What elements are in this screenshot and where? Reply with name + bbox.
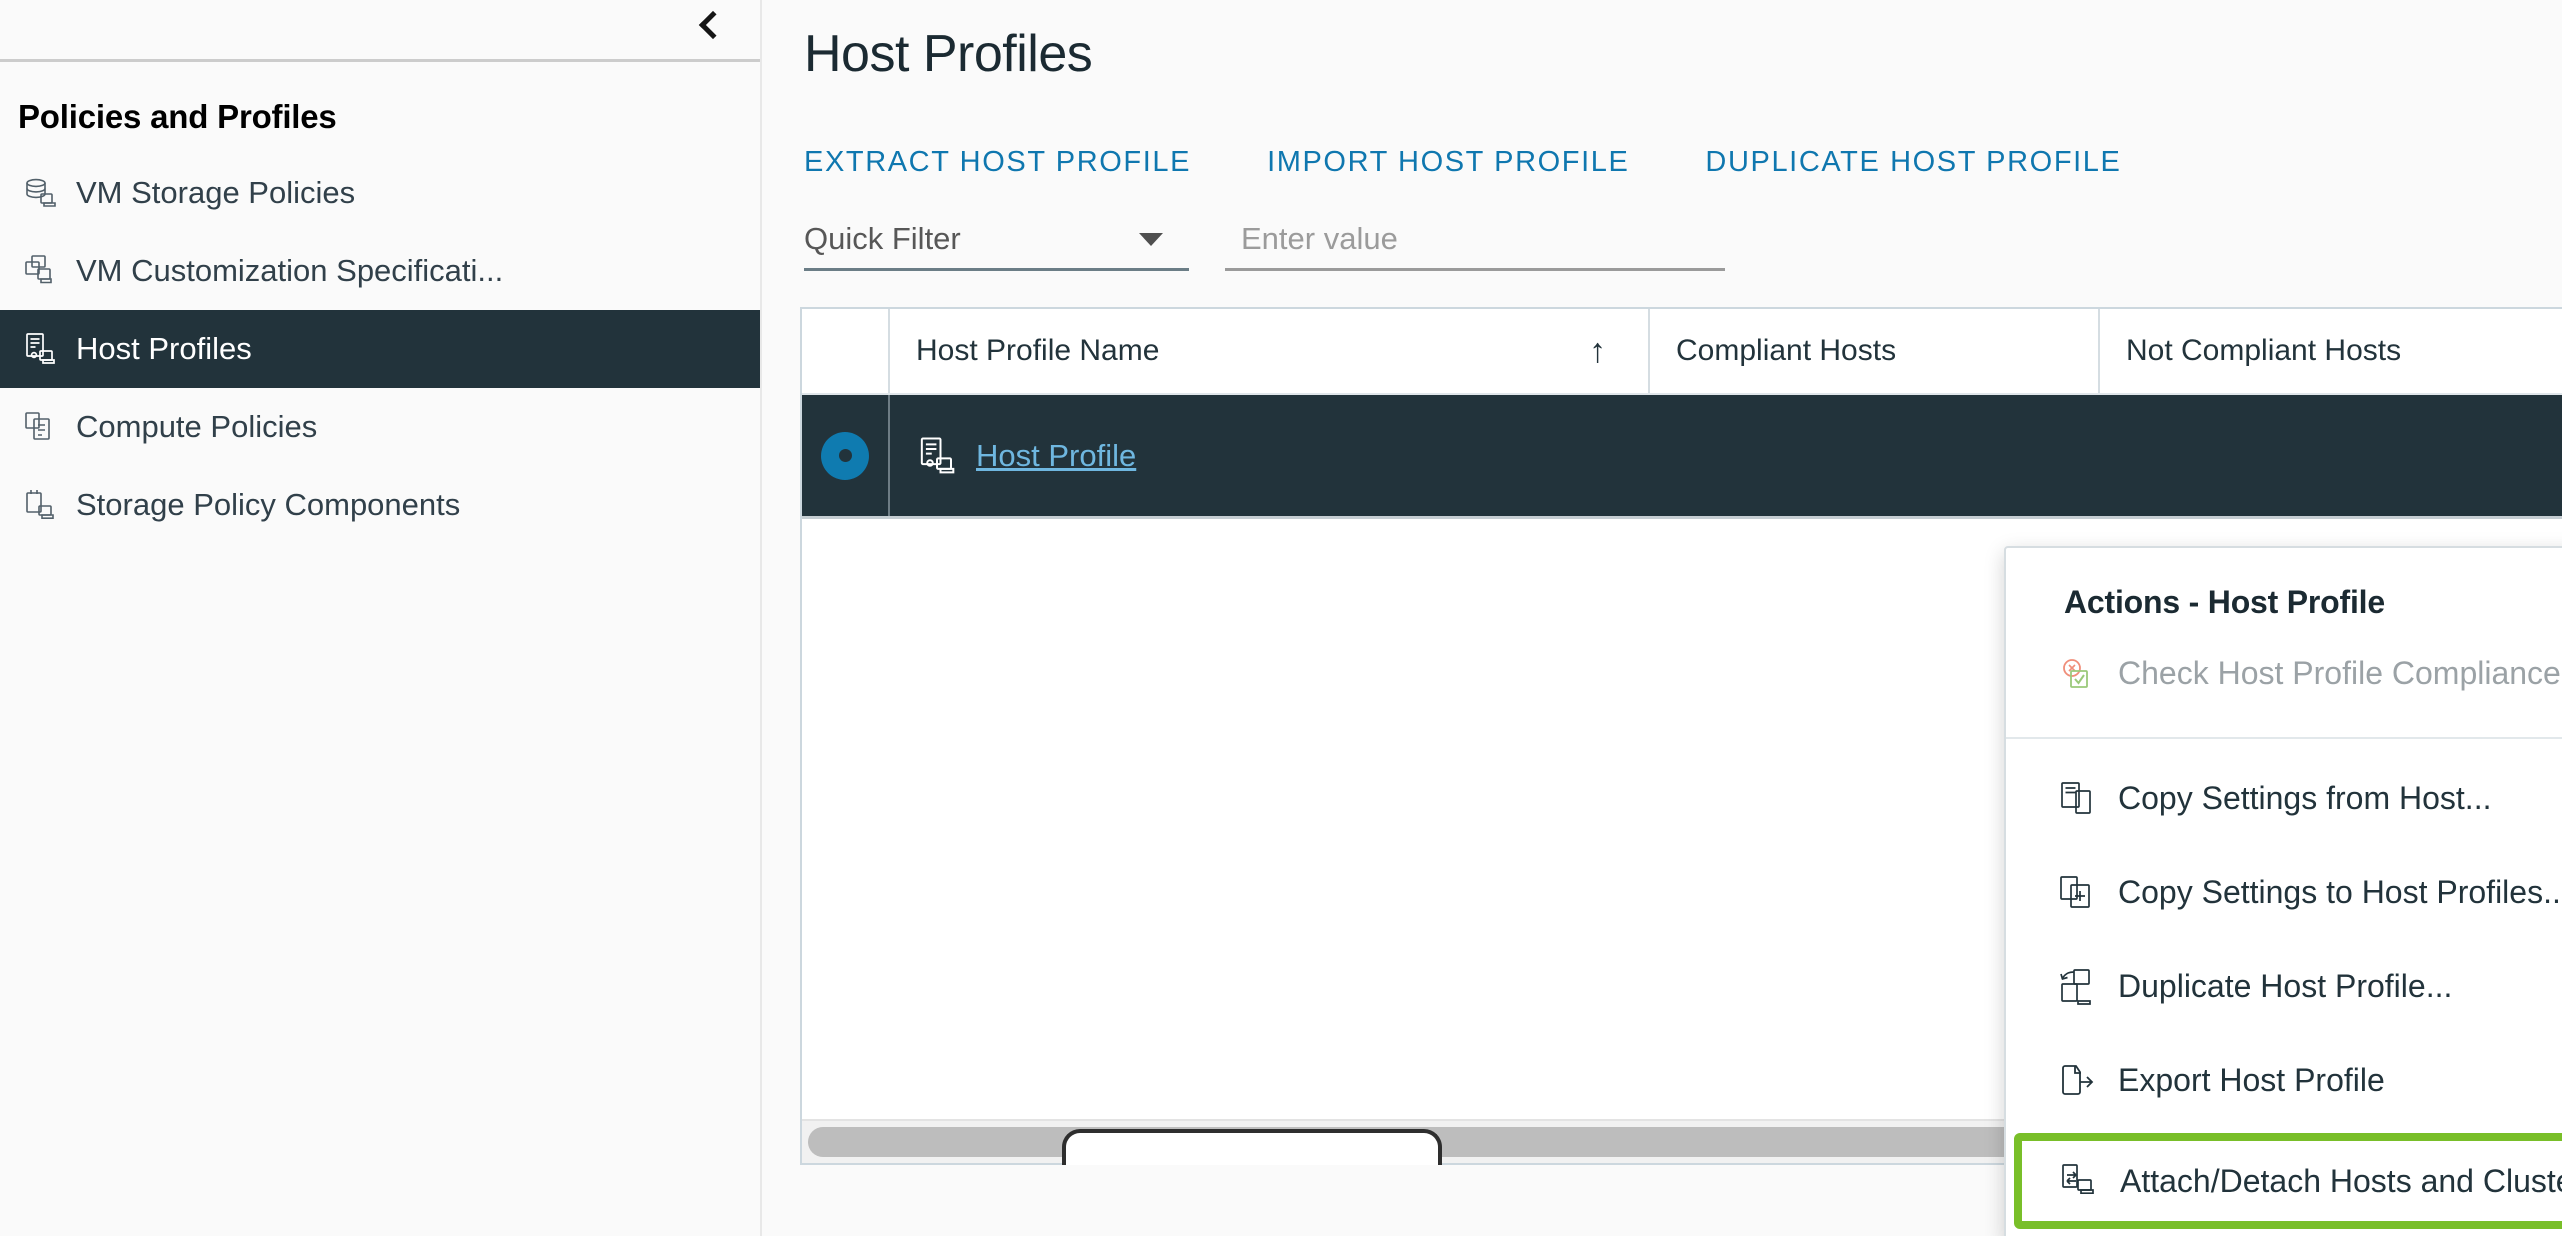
sidebar-item-label: Storage Policy Components [76,487,461,522]
menu-item-label: Copy Settings from Host... [2118,779,2492,816]
context-menu-items: Copy Settings from Host... Copy Settings… [2006,739,2562,1229]
sidebar-topbar [0,0,760,62]
vm-storage-policy-icon [22,175,58,211]
menu-item-check-host-profile-compliance: Check Host Profile Compliance [2006,621,2562,739]
table-header-not-compliant-hosts[interactable]: Not Compliant Hosts [2098,309,2562,393]
sidebar-item-label: VM Storage Policies [76,175,356,210]
sidebar-item-label: VM Customization Specificati... [76,253,504,288]
compute-policy-icon [22,409,58,445]
menu-item-export-host-profile[interactable]: Export Host Profile [2006,1033,2562,1127]
row-select-cell [802,431,888,480]
sidebar-item-vm-storage-policies[interactable]: VM Storage Policies [0,154,760,232]
column-label: Not Compliant Hosts [2126,334,2402,367]
sidebar-item-compute-policies[interactable]: Compute Policies [0,388,760,466]
column-label: Host Profile Name [916,334,1160,367]
sort-ascending-arrow[interactable]: ↑ [1589,334,1606,368]
import-host-profile-button[interactable]: IMPORT HOST PROFILE [1267,146,1629,179]
sidebar-nav: VM Storage Policies VM Customization Spe… [0,154,760,544]
copy-from-host-icon [2056,778,2096,818]
sidebar-item-label: Host Profiles [76,331,252,366]
filter-row: Quick Filter [762,179,2562,271]
menu-item-label: Attach/Detach Hosts and Clusters... [2120,1162,2562,1199]
table-header-compliant-hosts[interactable]: Compliant Hosts [1648,309,2098,393]
vm-customization-icon [22,253,58,289]
menu-item-attach-detach-hosts-and-clusters[interactable]: Attach/Detach Hosts and Clusters... [2014,1133,2562,1229]
sidebar-item-vm-customization-specifications[interactable]: VM Customization Specificati... [0,232,760,310]
horizontal-scrollbar-thumb[interactable] [808,1127,2188,1157]
sidebar: Policies and Profiles VM Storage Policie… [0,0,762,1236]
column-label: Compliant Hosts [1676,334,1897,367]
context-menu-title: Actions - Host Profile [2064,584,2385,620]
menu-item-label: Copy Settings to Host Profiles... [2118,873,2562,910]
menu-item-copy-settings-from-host[interactable]: Copy Settings from Host... [2006,751,2562,845]
chevron-left-icon[interactable] [690,2,736,48]
sidebar-item-storage-policy-components[interactable]: Storage Policy Components [0,466,760,544]
copy-to-profiles-icon [2056,872,2096,912]
table-header-host-profile-name[interactable]: Host Profile Name ↑ [888,309,1648,393]
bottom-pill-element [1062,1129,1442,1165]
menu-item-label: Export Host Profile [2118,1061,2385,1098]
duplicate-host-profile-button[interactable]: DUPLICATE HOST PROFILE [1705,146,2121,179]
filter-value-input[interactable] [1225,221,1725,271]
menu-item-label: Duplicate Host Profile... [2118,967,2453,1004]
storage-policy-component-icon [22,487,58,523]
sidebar-item-host-profiles[interactable]: Host Profiles [0,310,760,388]
row-name-cell: Host Profile [888,395,1648,516]
sidebar-item-label: Compute Policies [76,409,318,444]
chevron-down-icon [1139,232,1163,246]
host-profile-icon [22,331,58,367]
quick-filter-select[interactable]: Quick Filter [804,221,1189,271]
actions-context-menu: Actions - Host Profile Check Host Profil… [2004,546,2562,1236]
attach-detach-icon [2058,1161,2098,1201]
compliance-check-icon [2056,653,2096,693]
menu-item-label: Check Host Profile Compliance [2118,654,2561,691]
table-row[interactable]: Host Profile [802,395,2562,519]
host-profile-link[interactable]: Host Profile [976,438,1136,474]
menu-item-copy-settings-to-host-profiles[interactable]: Copy Settings to Host Profiles... [2006,845,2562,939]
sidebar-title: Policies and Profiles [18,98,337,135]
vsphere-host-profiles-page: Policies and Profiles VM Storage Policie… [0,0,2562,1236]
host-profile-icon [916,435,958,477]
quick-filter-label: Quick Filter [804,221,961,256]
main-content: Host Profiles EXTRACT HOST PROFILE IMPOR… [762,0,2562,1236]
export-profile-icon [2056,1060,2096,1100]
page-title: Host Profiles [804,25,1093,83]
radio-selected-icon[interactable] [821,431,869,480]
table-header-row: Host Profile Name ↑ Compliant Hosts Not … [802,309,2562,395]
action-bar: EXTRACT HOST PROFILE IMPORT HOST PROFILE… [762,84,2562,179]
extract-host-profile-button[interactable]: EXTRACT HOST PROFILE [804,146,1191,179]
table-header-select-cell [802,309,888,393]
menu-item-duplicate-host-profile[interactable]: Duplicate Host Profile... [2006,939,2562,1033]
duplicate-profile-icon [2056,966,2096,1006]
